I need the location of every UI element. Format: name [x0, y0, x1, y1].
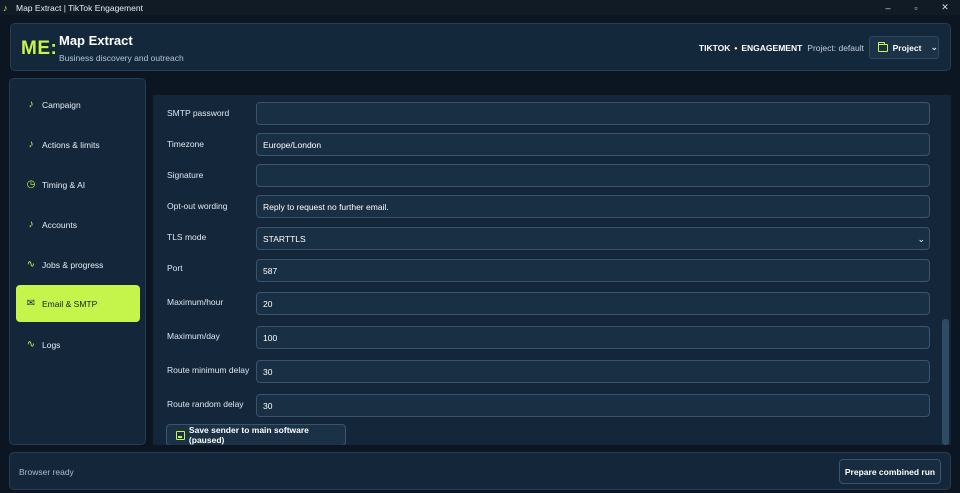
mode-label: ENGAGEMENT	[741, 43, 803, 53]
tiktok-icon: ♪	[28, 139, 34, 150]
app-header: ME: Map Extract Business discovery and o…	[10, 23, 951, 71]
sidebar-item-timing-ai[interactable]: ◷ Timing & AI	[16, 166, 140, 203]
close-button[interactable]: ✕	[930, 0, 960, 15]
port-input[interactable]: 587	[256, 259, 930, 282]
activity-icon: ∿	[26, 339, 36, 350]
timezone-input[interactable]: Europe/London	[256, 133, 930, 156]
clock-icon: ◷	[26, 179, 36, 190]
minimize-button[interactable]: –	[873, 0, 903, 15]
opt-out-wording-input[interactable]: Reply to request no further email.	[256, 195, 930, 218]
email-smtp-panel: Save sender to main software (paused) SM…	[153, 95, 951, 445]
tiktok-icon: ♪	[28, 219, 34, 230]
sidebar: ♪ Campaign ♪ Actions & limits ◷ Timing & AI ♪ A…	[9, 78, 146, 445]
opt-out-wording-label: Opt-out wording	[167, 201, 228, 211]
tls-mode-select[interactable]: STARTTLS ⌄	[256, 227, 930, 250]
prepare-run-button[interactable]: Prepare combined run	[839, 459, 941, 484]
maximum-day-value: 100	[263, 332, 278, 343]
activity-icon: ∿	[26, 259, 36, 270]
route-random-delay-label: Route random delay	[167, 399, 244, 409]
sidebar-item-label: Actions & limits	[42, 139, 100, 150]
route-minimum-delay-input[interactable]: 30	[256, 360, 930, 383]
sidebar-item-label: Timing & AI	[42, 179, 86, 190]
smtp-password-input[interactable]	[256, 102, 930, 125]
opt-out-wording-value: Reply to request no further email.	[263, 201, 389, 212]
sidebar-item-logs[interactable]: ∿ Logs	[16, 326, 140, 363]
scrollbar[interactable]	[942, 319, 949, 445]
maximum-hour-input[interactable]: 20	[256, 292, 930, 315]
maximum-hour-value: 20	[263, 298, 273, 309]
sidebar-item-jobs-progress[interactable]: ∿ Jobs & progress	[16, 246, 140, 283]
sidebar-item-label: Campaign	[42, 99, 81, 110]
sidebar-item-accounts[interactable]: ♪ Accounts	[16, 206, 140, 243]
tiktok-icon: ♪	[28, 99, 34, 110]
window-titlebar: ♪ Map Extract | TikTok Engagement – ▫ ✕	[0, 0, 960, 15]
route-minimum-delay-value: 30	[263, 366, 273, 377]
platform-label: TIKTOK	[698, 43, 731, 53]
route-random-delay-input[interactable]: 30	[256, 394, 930, 417]
tiktok-icon: ♪	[3, 2, 8, 13]
app-logo: ME:	[21, 38, 58, 59]
status-bar: Browser ready Prepare combined run	[9, 452, 951, 490]
sidebar-item-label: Accounts	[42, 219, 77, 230]
sidebar-item-email-smtp[interactable]: ✉ Email & SMTP	[16, 285, 140, 322]
status-text: Browser ready	[19, 467, 74, 477]
tls-mode-label: TLS mode	[167, 232, 207, 242]
mail-icon: ✉	[26, 298, 36, 309]
tls-mode-value: STARTTLS	[263, 233, 306, 244]
project-button-label: Project	[892, 42, 922, 53]
project-button[interactable]: Project ⌄	[869, 36, 939, 59]
signature-input[interactable]	[256, 164, 930, 187]
chevron-down-icon: ⌄	[917, 234, 925, 244]
save-icon	[176, 430, 185, 440]
timezone-label: Timezone	[167, 139, 205, 149]
app-name: Map Extract	[59, 33, 133, 48]
timezone-value: Europe/London	[263, 139, 322, 150]
sidebar-item-label: Logs	[42, 339, 61, 350]
maximum-hour-label: Maximum/hour	[167, 297, 224, 307]
smtp-password-label: SMTP password	[167, 108, 230, 118]
maximum-day-input[interactable]: 100	[256, 326, 930, 349]
window-title: Map Extract | TikTok Engagement	[16, 2, 143, 13]
route-minimum-delay-label: Route minimum delay	[167, 365, 250, 375]
maximize-button[interactable]: ▫	[901, 0, 931, 15]
separator-dot: •	[734, 43, 738, 53]
sidebar-item-actions-limits[interactable]: ♪ Actions & limits	[16, 126, 140, 163]
sidebar-item-campaign[interactable]: ♪ Campaign	[16, 86, 140, 123]
signature-label: Signature	[167, 170, 204, 180]
port-label: Port	[167, 263, 183, 273]
save-sender-button[interactable]: Save sender to main software (paused)	[166, 424, 346, 445]
app-subtitle: Business discovery and outreach	[59, 53, 184, 63]
save-sender-label: Save sender to main software (paused)	[188, 425, 309, 445]
context-info: TIKTOK • ENGAGEMENT Project: default	[699, 43, 864, 53]
folder-icon	[877, 41, 888, 52]
route-random-delay-value: 30	[263, 400, 273, 411]
sidebar-item-label: Email & SMTP	[42, 298, 98, 309]
port-value: 587	[263, 265, 278, 276]
maximum-day-label: Maximum/day	[167, 331, 220, 341]
chevron-down-icon: ⌄	[930, 42, 938, 52]
sidebar-item-label: Jobs & progress	[42, 259, 104, 270]
project-info: Project: default	[807, 43, 864, 53]
